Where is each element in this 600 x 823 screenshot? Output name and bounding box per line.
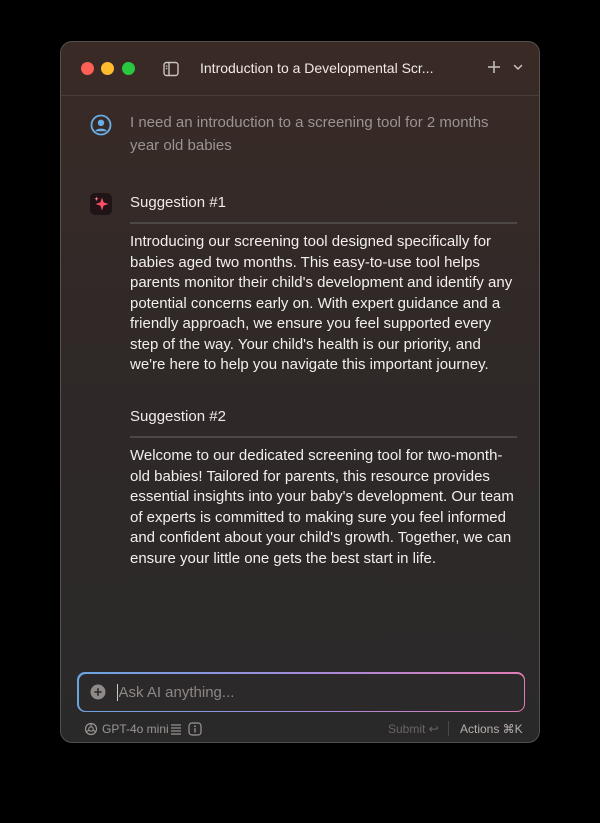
suggestion-2-text: Welcome to our dedicated screening tool …	[130, 447, 514, 567]
divider	[130, 222, 517, 224]
minimize-window-button[interactable]	[101, 62, 114, 75]
sparkle-icon	[94, 196, 109, 211]
info-icon[interactable]	[188, 722, 202, 736]
submit-button[interactable]: Submit ↩	[388, 722, 439, 736]
footer-bar: GPT-4o mini Submit ↩ Actions ⌘K	[61, 719, 539, 739]
actions-button[interactable]: Actions ⌘K	[460, 722, 523, 736]
sidebar-toggle-icon[interactable]	[162, 60, 180, 78]
suggestion-2-heading: Suggestion #2	[130, 408, 226, 425]
ask-ai-input-box	[77, 672, 525, 712]
input-inner	[78, 673, 524, 711]
user-message: I need an introduction to a screening to…	[130, 114, 489, 154]
ai-chat-window: Introduction to a Developmental Scr... I…	[60, 41, 540, 743]
ai-avatar	[90, 193, 112, 215]
model-selector[interactable]: GPT-4o mini	[102, 722, 169, 736]
plus-circle-icon[interactable]	[90, 684, 106, 700]
list-icon[interactable]	[170, 723, 182, 735]
divider	[130, 436, 517, 438]
close-window-button[interactable]	[81, 62, 94, 75]
plus-icon[interactable]	[485, 58, 503, 76]
footer-separator	[448, 721, 449, 736]
text-caret	[116, 683, 118, 701]
chat-title: Introduction to a Developmental Scr...	[200, 60, 434, 76]
ask-ai-input[interactable]	[116, 679, 511, 706]
title-bar: Introduction to a Developmental Scr...	[61, 42, 539, 96]
user-avatar-icon	[90, 114, 112, 136]
zoom-window-button[interactable]	[122, 62, 135, 75]
suggestion-1-heading: Suggestion #1	[130, 194, 226, 211]
openai-logo-icon[interactable]	[84, 722, 98, 736]
chevron-down-icon[interactable]	[512, 61, 524, 73]
suggestion-1-text: Introducing our screening tool designed …	[130, 233, 513, 373]
